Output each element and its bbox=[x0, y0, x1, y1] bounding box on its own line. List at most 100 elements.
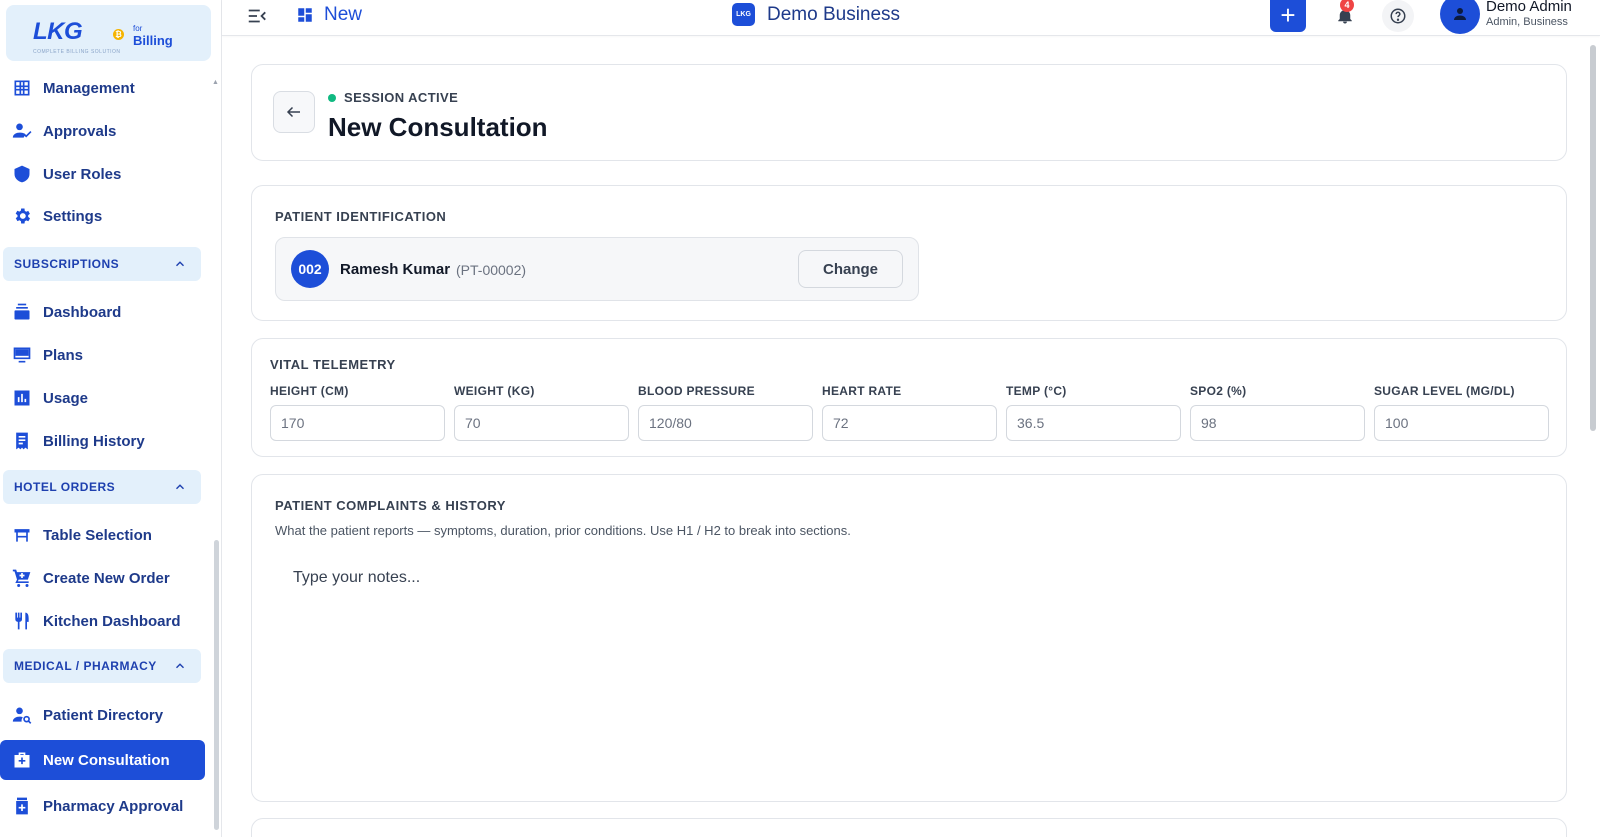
sidebar-item-billing-history[interactable]: Billing History bbox=[0, 421, 205, 461]
sidebar-item-pharmacy-approval[interactable]: Pharmacy Approval bbox=[0, 786, 205, 826]
utensils-icon bbox=[12, 611, 32, 631]
session-status: SESSION ACTIVE bbox=[328, 90, 458, 105]
weight-input[interactable]: 70 bbox=[454, 405, 629, 441]
section-label: MEDICAL / PHARMACY bbox=[14, 659, 157, 673]
dashboard-icon bbox=[298, 8, 312, 22]
back-button[interactable] bbox=[273, 91, 315, 133]
vital-spo2: SPO2 (%) 98 bbox=[1190, 384, 1365, 441]
heart-rate-input[interactable]: 72 bbox=[822, 405, 997, 441]
business-name: Demo Business bbox=[767, 3, 901, 25]
sidebar-item-label: Billing History bbox=[43, 432, 145, 450]
section-subscriptions[interactable]: SUBSCRIPTIONS bbox=[3, 247, 201, 281]
vital-weight: WEIGHT (KG) 70 bbox=[454, 384, 629, 441]
change-patient-button[interactable]: Change bbox=[798, 250, 903, 288]
sidebar-item-label: Create New Order bbox=[43, 569, 170, 587]
vital-height: HEIGHT (CM) 170 bbox=[270, 384, 445, 441]
grid-table-icon bbox=[12, 78, 32, 98]
sidebar-item-label: New Consultation bbox=[43, 751, 170, 769]
next-section-card bbox=[251, 818, 1567, 837]
sidebar-item-table-selection[interactable]: Table Selection bbox=[0, 515, 205, 555]
patient-selector: 002 Ramesh Kumar (PT-00002) Change bbox=[275, 237, 919, 301]
main-scrollbar[interactable] bbox=[1590, 45, 1596, 431]
sidebar-item-plans[interactable]: Plans bbox=[0, 335, 205, 375]
scroll-up-arrow-icon[interactable]: ▲ bbox=[212, 79, 219, 86]
avatar[interactable] bbox=[1440, 0, 1480, 34]
sidebar-item-usage[interactable]: Usage bbox=[0, 378, 205, 418]
sidebar-item-label: Settings bbox=[43, 207, 103, 225]
sidebar-item-create-new-order[interactable]: Create New Order bbox=[0, 558, 205, 598]
section-description: What the patient reports — symptoms, dur… bbox=[275, 523, 851, 538]
field-label: HEART RATE bbox=[822, 384, 902, 398]
field-label: HEIGHT (CM) bbox=[270, 384, 349, 398]
sidebar-item-approvals[interactable]: Approvals bbox=[0, 111, 205, 151]
brand-logo[interactable]: LKG ₿ for Billing COMPLETE BILLING SOLUT… bbox=[6, 5, 211, 61]
business-logo-icon: LKG bbox=[732, 3, 755, 26]
help-circle-icon bbox=[1390, 8, 1406, 24]
user-search-icon bbox=[12, 705, 32, 725]
vital-temperature: TEMP (°C) 36.5 bbox=[1006, 384, 1181, 441]
user-check-icon bbox=[12, 121, 32, 141]
stack-icon bbox=[12, 302, 32, 322]
logo-tagline: COMPLETE BILLING SOLUTION bbox=[33, 49, 121, 55]
section-hotel-orders[interactable]: HOTEL ORDERS bbox=[3, 470, 201, 504]
coin-icon: ₿ bbox=[113, 29, 124, 40]
quick-add-button[interactable]: + bbox=[1270, 0, 1306, 32]
sidebar-item-dashboard[interactable]: Dashboard bbox=[0, 292, 205, 332]
chevron-up-icon bbox=[176, 261, 184, 267]
section-label: HOTEL ORDERS bbox=[14, 480, 116, 494]
height-input[interactable]: 170 bbox=[270, 405, 445, 441]
bar-chart-icon bbox=[12, 388, 32, 408]
sidebar-item-label: User Roles bbox=[43, 165, 122, 183]
user-role: Admin, Business bbox=[1486, 16, 1568, 28]
field-label: SUGAR LEVEL (MG/DL) bbox=[1374, 384, 1515, 398]
sidebar-item-user-roles[interactable]: User Roles bbox=[0, 154, 205, 194]
help-button[interactable] bbox=[1382, 0, 1414, 32]
vital-heart-rate: HEART RATE 72 bbox=[822, 384, 997, 441]
sidebar-item-management[interactable]: Management bbox=[0, 68, 205, 108]
top-bar: New LKG Demo Business + 4 Demo Admin Adm… bbox=[222, 0, 1600, 36]
sidebar-item-label: Patient Directory bbox=[43, 706, 164, 724]
status-dot-icon bbox=[328, 93, 336, 102]
gear-icon bbox=[12, 206, 32, 226]
notes-editor[interactable]: Type your notes... bbox=[293, 569, 420, 587]
sidebar: LKG ₿ for Billing COMPLETE BILLING SOLUT… bbox=[0, 0, 222, 837]
sidebar-item-new-consultation[interactable]: New Consultation bbox=[0, 740, 205, 780]
field-label: BLOOD PRESSURE bbox=[638, 384, 755, 398]
sidebar-item-patient-directory[interactable]: Patient Directory bbox=[0, 695, 205, 735]
sidebar-item-label: Kitchen Dashboard bbox=[43, 612, 181, 630]
vital-sugar-level: SUGAR LEVEL (MG/DL) 100 bbox=[1374, 384, 1549, 441]
shield-user-icon bbox=[12, 164, 32, 184]
user-name[interactable]: Demo Admin bbox=[1486, 0, 1572, 15]
sugar-level-input[interactable]: 100 bbox=[1374, 405, 1549, 441]
section-medical-pharmacy[interactable]: MEDICAL / PHARMACY bbox=[3, 649, 201, 683]
field-label: WEIGHT (KG) bbox=[454, 384, 535, 398]
logo-text: LKG bbox=[33, 18, 83, 45]
business-switcher[interactable]: LKG Demo Business bbox=[732, 3, 900, 26]
sidebar-item-kitchen-dashboard[interactable]: Kitchen Dashboard bbox=[0, 601, 205, 641]
new-button[interactable]: New bbox=[296, 4, 362, 26]
vital-blood-pressure: BLOOD PRESSURE 120/80 bbox=[638, 384, 813, 441]
section-label: SUBSCRIPTIONS bbox=[14, 257, 120, 271]
session-status-label: SESSION ACTIVE bbox=[344, 90, 459, 105]
sidebar-item-label: Dashboard bbox=[43, 303, 122, 321]
arrow-left-icon bbox=[286, 106, 300, 118]
table-icon bbox=[12, 525, 32, 545]
sidebar-item-label: Management bbox=[43, 79, 135, 97]
field-label: SPO2 (%) bbox=[1190, 384, 1247, 398]
patient-identification-card: PATIENT IDENTIFICATION 002 Ramesh Kumar … bbox=[251, 185, 1567, 321]
user-icon bbox=[1454, 8, 1466, 20]
consultation-header-card: SESSION ACTIVE New Consultation bbox=[251, 64, 1567, 161]
page-title: New Consultation bbox=[328, 112, 548, 142]
cart-plus-icon bbox=[12, 568, 32, 588]
section-heading: VITAL TELEMETRY bbox=[270, 357, 396, 372]
blood-pressure-input[interactable]: 120/80 bbox=[638, 405, 813, 441]
temperature-input[interactable]: 36.5 bbox=[1006, 405, 1181, 441]
receipt-icon bbox=[12, 431, 32, 451]
sidebar-item-settings[interactable]: Settings bbox=[0, 196, 205, 236]
spo2-input[interactable]: 98 bbox=[1190, 405, 1365, 441]
menu-collapse-icon[interactable] bbox=[246, 5, 268, 27]
sidebar-scrollbar[interactable] bbox=[214, 540, 219, 830]
sidebar-item-label: Plans bbox=[43, 346, 84, 364]
chevron-up-icon bbox=[176, 484, 184, 490]
patient-name: Ramesh Kumar bbox=[340, 261, 451, 278]
